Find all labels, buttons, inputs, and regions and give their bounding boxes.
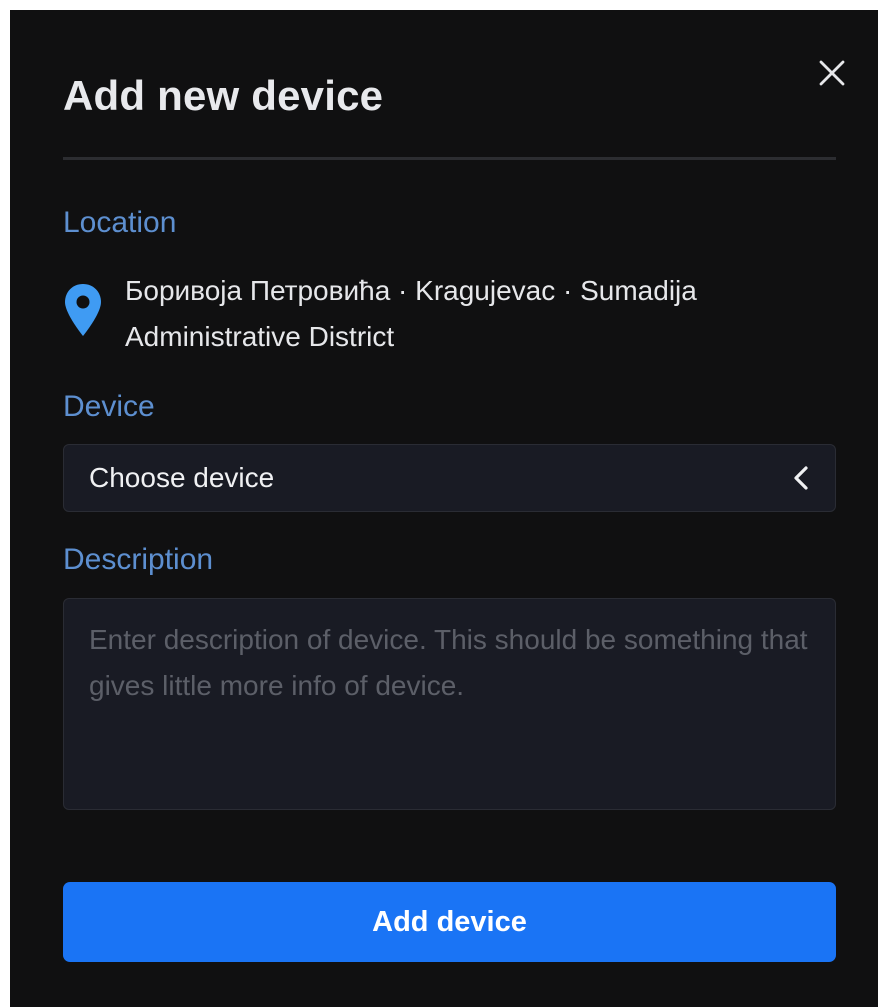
location-info: Боривоја Петровића · Kragujevac · Sumadi… <box>63 268 836 360</box>
close-button[interactable] <box>814 55 850 91</box>
add-device-button[interactable]: Add device <box>63 882 836 962</box>
device-select-value: Choose device <box>89 462 275 493</box>
title-divider <box>63 157 836 160</box>
map-pin-icon <box>65 284 101 336</box>
chevron-left-icon <box>794 466 808 490</box>
location-label: Location <box>63 206 177 239</box>
device-select[interactable]: Choose device <box>63 444 836 512</box>
add-device-modal: Add new device Location Боривоја Петрови… <box>10 10 878 1007</box>
location-address-line1: Боривоја Петровића · Kragujevac · Sumadi… <box>125 275 697 306</box>
description-textarea[interactable] <box>63 598 836 810</box>
modal-title: Add new device <box>63 72 384 119</box>
close-icon <box>819 60 845 86</box>
location-address: Боривоја Петровића · Kragujevac · Sumadi… <box>125 268 697 360</box>
location-address-line2: Administrative District <box>125 321 395 352</box>
device-label: Device <box>63 390 155 423</box>
description-label: Description <box>63 543 214 576</box>
